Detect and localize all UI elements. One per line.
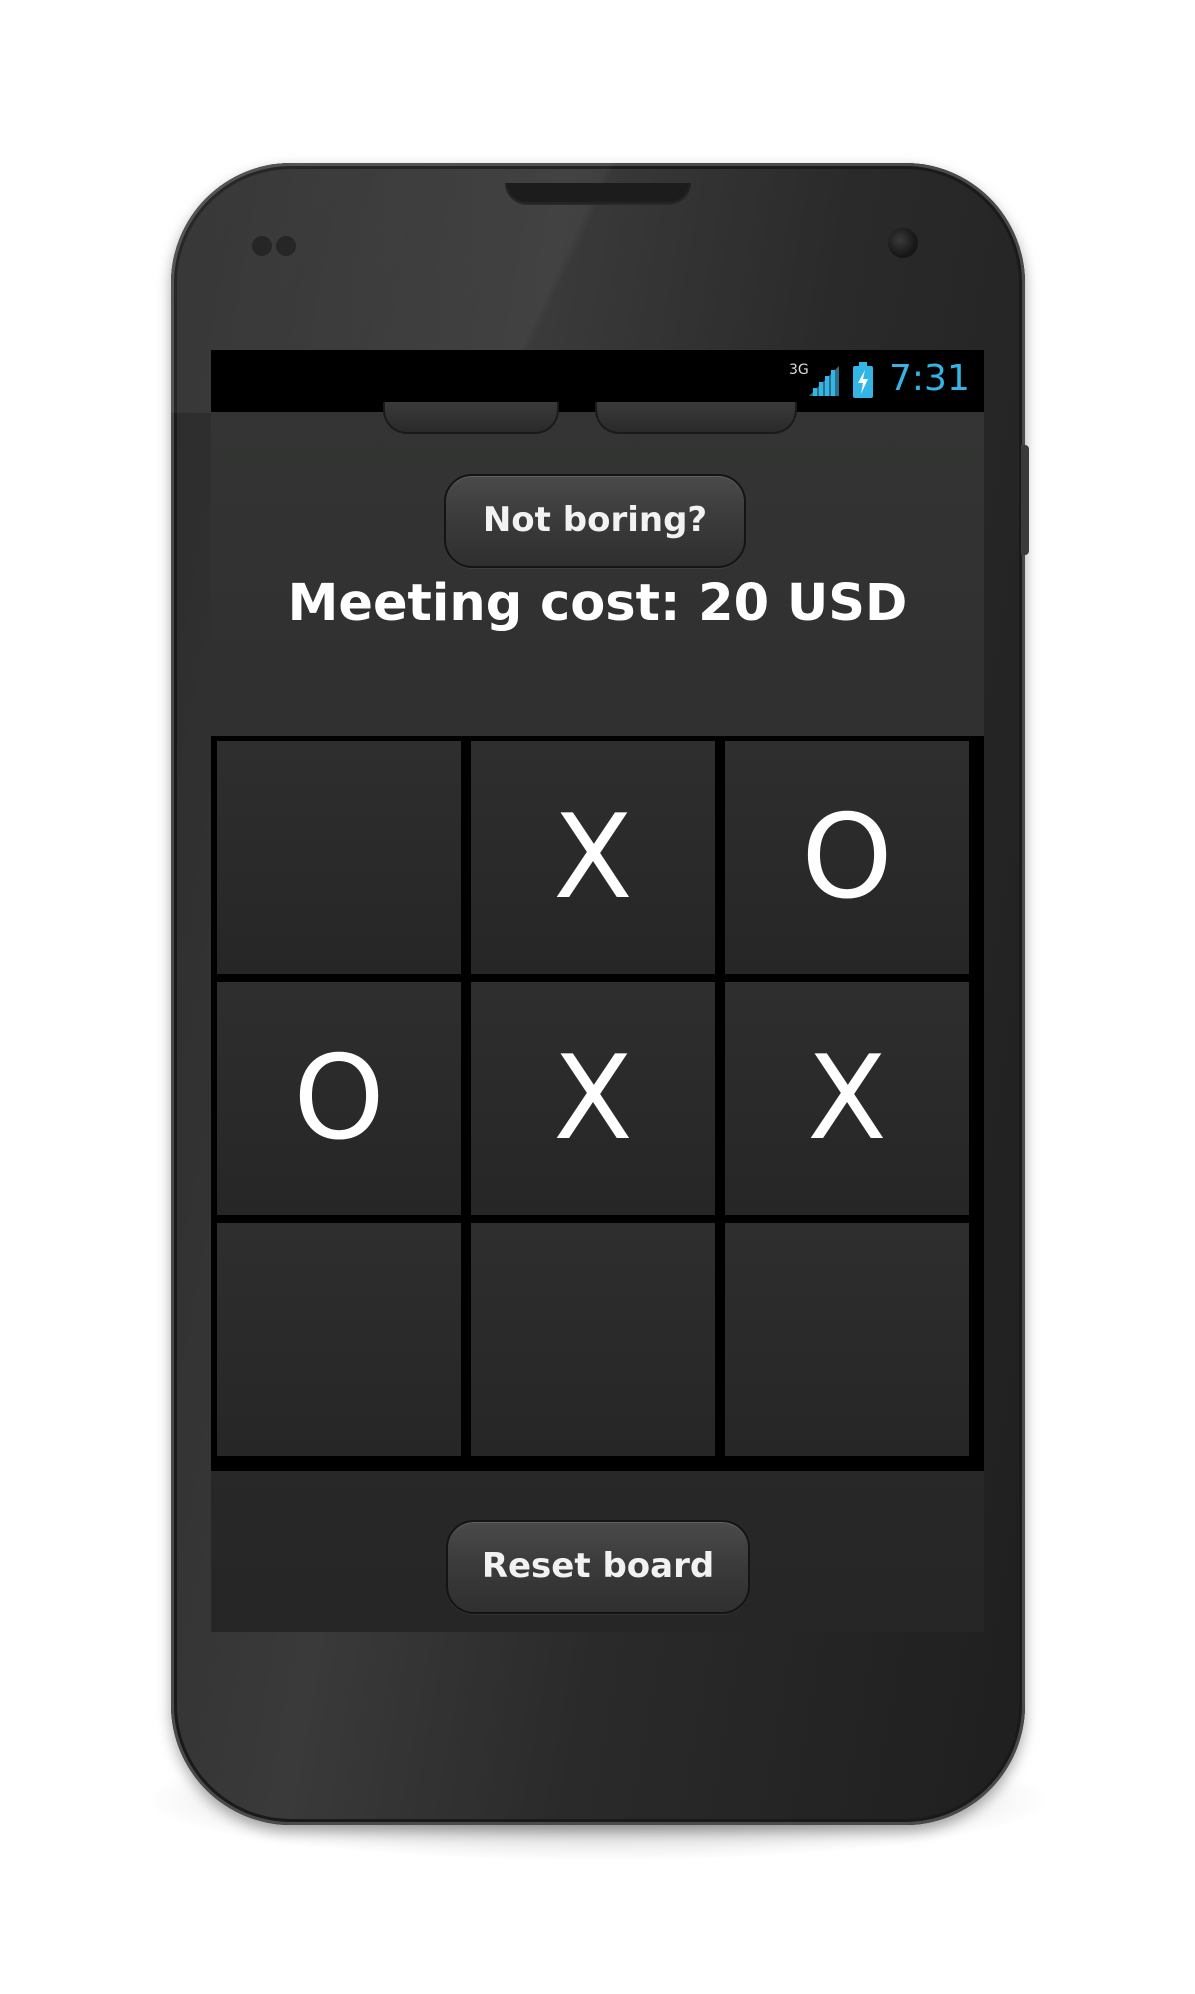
battery-charging-icon — [853, 362, 873, 398]
board-cell[interactable] — [471, 1223, 715, 1456]
board-cell[interactable] — [217, 1223, 461, 1456]
status-clock: 7:31 — [889, 358, 970, 399]
app-content: Not boring? Meeting cost: 20 USD X O O X… — [211, 402, 984, 1632]
board-cell[interactable] — [725, 1223, 969, 1456]
partial-button-left[interactable] — [383, 402, 559, 434]
light-sensor — [276, 236, 296, 256]
board-cell[interactable]: X — [471, 982, 715, 1215]
power-button — [1021, 445, 1029, 555]
phone-screen: 3G 7:31 Not boring? Meeting cost: 20 USD — [211, 350, 984, 1632]
proximity-sensor — [252, 236, 272, 256]
board-cell[interactable]: X — [725, 982, 969, 1215]
board-cell[interactable]: O — [217, 982, 461, 1215]
front-camera — [888, 228, 918, 258]
partial-button-right[interactable] — [595, 402, 797, 434]
signal-bars-icon — [809, 366, 839, 396]
earpiece-speaker — [505, 183, 691, 205]
device-mockup: 3G 7:31 Not boring? Meeting cost: 20 USD — [0, 0, 1195, 1994]
meeting-cost-label: Meeting cost: 20 USD — [287, 574, 908, 633]
not-boring-button[interactable]: Not boring? — [444, 474, 746, 568]
reset-board-button[interactable]: Reset board — [446, 1520, 750, 1614]
tic-tac-toe-board: X O O X X — [211, 736, 984, 1471]
board-cell[interactable]: O — [725, 741, 969, 974]
board-cell[interactable] — [217, 741, 461, 974]
board-cell[interactable]: X — [471, 741, 715, 974]
